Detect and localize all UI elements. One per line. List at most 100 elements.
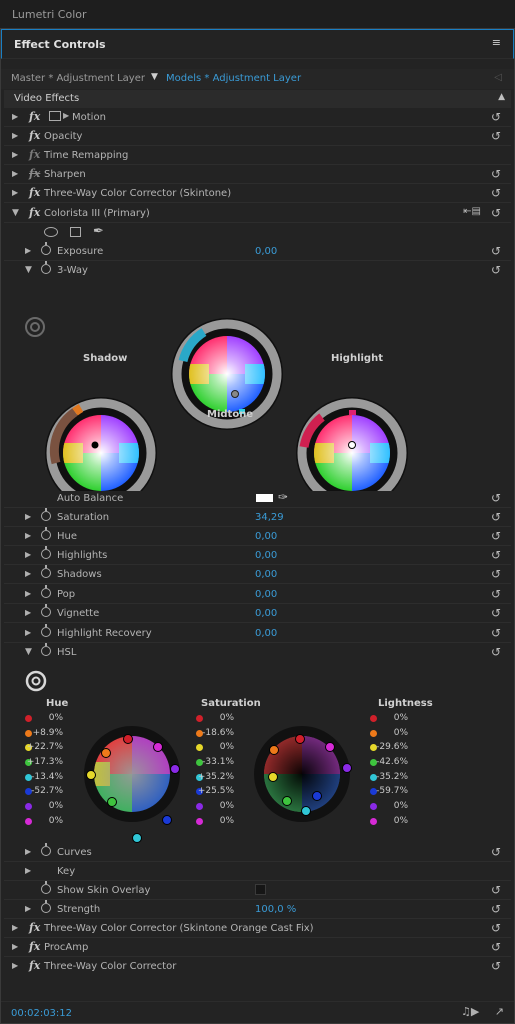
reset-icon[interactable]: ↺ xyxy=(491,567,501,581)
shadow-wheel[interactable] xyxy=(45,397,157,491)
expand-triangle-icon[interactable]: ▶ xyxy=(12,150,18,159)
expand-triangle-icon[interactable]: ▶ xyxy=(12,923,18,932)
color-swatch[interactable] xyxy=(256,494,273,502)
expand-triangle-icon[interactable]: ▶ xyxy=(25,847,31,856)
hsl-value[interactable]: 0% xyxy=(394,728,408,738)
param-value[interactable]: 0,00 xyxy=(255,550,277,561)
param-value[interactable]: 0,00 xyxy=(255,569,277,580)
hsl-value[interactable]: 0% xyxy=(394,816,408,826)
reset-icon[interactable]: ↺ xyxy=(491,587,501,601)
expand-triangle-icon[interactable]: ▶ xyxy=(12,961,18,970)
reset-icon[interactable]: ↺ xyxy=(491,110,501,124)
fx-toggle-icon[interactable]: fx xyxy=(29,129,40,142)
expand-triangle-icon[interactable]: ▶ xyxy=(25,246,31,255)
effect-row-time-remapping[interactable]: ▶ fx Time Remapping xyxy=(4,146,511,165)
hsl-value[interactable]: 0% xyxy=(220,801,234,811)
hsl-value[interactable]: -35.2% xyxy=(376,772,408,782)
export-icon[interactable]: ⇤▤ xyxy=(463,206,481,217)
effect-row-colorista[interactable]: ▼ fx Colorista III (Primary) ⇤▤ ↺ xyxy=(4,204,511,223)
hsl-value[interactable]: 0% xyxy=(220,816,234,826)
expand-triangle-icon[interactable]: ▶ xyxy=(25,569,31,578)
skin-overlay-checkbox[interactable] xyxy=(255,884,266,895)
stopwatch-icon[interactable] xyxy=(41,546,51,559)
pen-mask-icon[interactable]: ✒ xyxy=(93,224,104,239)
fx-toggle-icon[interactable]: fx xyxy=(29,940,40,953)
expand-triangle-icon[interactable]: ▶ xyxy=(25,550,31,559)
param-value[interactable]: 0,00 xyxy=(255,589,277,600)
reset-icon[interactable]: ↺ xyxy=(491,883,501,897)
stopwatch-icon[interactable] xyxy=(41,843,51,856)
clip-selector[interactable]: Models * Adjustment Layer xyxy=(166,73,301,84)
eyedropper-icon[interactable]: ✑ xyxy=(278,490,288,504)
hsl-value[interactable]: -59.7% xyxy=(376,786,408,796)
reset-icon[interactable]: ↺ xyxy=(491,167,501,181)
export-frame-icon[interactable]: ↗ xyxy=(495,1005,504,1018)
hsl-value[interactable]: -33.1% xyxy=(202,757,234,767)
param-value[interactable]: 0,00 xyxy=(255,246,277,257)
timeline-toggle-icon[interactable]: ◁ xyxy=(494,72,502,83)
stopwatch-icon[interactable] xyxy=(41,508,51,521)
effect-row-opacity[interactable]: ▶ fx Opacity ↺ xyxy=(4,127,511,146)
expand-triangle-icon[interactable]: ▶ xyxy=(12,188,18,197)
reset-icon[interactable]: ↺ xyxy=(491,491,501,505)
panel-title[interactable]: Effect Controls xyxy=(14,38,106,51)
expand-triangle-icon[interactable]: ▶ xyxy=(25,512,31,521)
expand-triangle-icon[interactable]: ▶ xyxy=(25,608,31,617)
stopwatch-icon[interactable] xyxy=(41,881,51,894)
expand-triangle-icon[interactable]: ▶ xyxy=(12,942,18,951)
hsl-value[interactable]: -18.6% xyxy=(202,728,234,738)
stopwatch-icon[interactable] xyxy=(41,261,51,274)
fx-toggle-icon[interactable]: fx xyxy=(29,959,40,972)
reset-icon[interactable]: ↺ xyxy=(491,510,501,524)
reset-icon[interactable]: ↺ xyxy=(491,902,501,916)
hsl-value[interactable]: -42.6% xyxy=(376,757,408,767)
param-value[interactable]: 0,00 xyxy=(255,531,277,542)
stopwatch-icon[interactable] xyxy=(41,643,51,656)
hue-wheel[interactable] xyxy=(84,726,180,843)
chevron-down-icon[interactable]: ▼ xyxy=(151,72,158,82)
effect-row-motion[interactable]: ▶ fx ▶ Motion ↺ xyxy=(4,108,511,127)
expand-triangle-icon[interactable]: ▶ xyxy=(25,904,31,913)
rectangle-mask-icon[interactable] xyxy=(70,227,81,237)
reset-icon[interactable]: ↺ xyxy=(491,626,501,640)
stopwatch-icon[interactable] xyxy=(41,242,51,255)
reset-icon[interactable]: ↺ xyxy=(491,959,501,973)
hsl-value[interactable]: -52.7% xyxy=(31,786,63,796)
fx-toggle-icon[interactable]: fx xyxy=(29,110,40,123)
expand-triangle-icon[interactable]: ▶ xyxy=(12,169,18,178)
expand-triangle-icon[interactable]: ▶ xyxy=(12,112,18,121)
hsl-value[interactable]: -13.4% xyxy=(31,772,63,782)
hsl-value[interactable]: +17.3% xyxy=(27,757,63,767)
fx-toggle-icon[interactable]: fx xyxy=(29,148,40,161)
stopwatch-icon[interactable] xyxy=(41,900,51,913)
hsl-value[interactable]: +8.9% xyxy=(33,728,63,738)
hsl-value[interactable]: -29.6% xyxy=(376,742,408,752)
effect-row-sharpen[interactable]: ▶ fx Sharpen ↺ xyxy=(4,165,511,184)
reset-icon[interactable]: ↺ xyxy=(491,244,501,258)
stopwatch-icon[interactable] xyxy=(41,565,51,578)
effect-row-three-way[interactable]: ▶ fx Three-Way Color Corrector ↺ xyxy=(4,957,511,976)
expand-triangle-icon[interactable]: ▶ xyxy=(12,131,18,140)
stopwatch-icon[interactable] xyxy=(41,585,51,598)
highlight-wheel[interactable] xyxy=(296,397,408,491)
effect-row-three-way-orange[interactable]: ▶ fx Three-Way Color Corrector (Skintone… xyxy=(4,919,511,938)
fx-toggle-icon[interactable]: fx xyxy=(29,921,40,934)
reset-icon[interactable]: ↺ xyxy=(491,186,501,200)
collapse-up-icon[interactable]: ▲ xyxy=(498,92,505,102)
hsl-value[interactable]: 0% xyxy=(49,816,63,826)
hsl-value[interactable]: +22.7% xyxy=(27,742,63,752)
collapse-triangle-icon[interactable]: ▼ xyxy=(25,265,32,275)
hsl-target-icon[interactable] xyxy=(25,670,47,692)
expand-triangle-icon[interactable]: ▶ xyxy=(25,531,31,540)
collapse-triangle-icon[interactable]: ▼ xyxy=(12,208,19,218)
collapse-triangle-icon[interactable]: ▼ xyxy=(25,647,32,657)
target-icon[interactable] xyxy=(25,317,45,337)
reset-icon[interactable]: ↺ xyxy=(491,263,501,277)
param-value[interactable]: 0,00 xyxy=(255,608,277,619)
param-value[interactable]: 0,00 xyxy=(255,628,277,639)
expand-triangle-icon[interactable]: ▶ xyxy=(25,628,31,637)
hsl-value[interactable]: 0% xyxy=(220,742,234,752)
hsl-value[interactable]: 0% xyxy=(49,713,63,723)
reset-icon[interactable]: ↺ xyxy=(491,645,501,659)
hamburger-icon[interactable]: ≡ xyxy=(492,36,501,49)
